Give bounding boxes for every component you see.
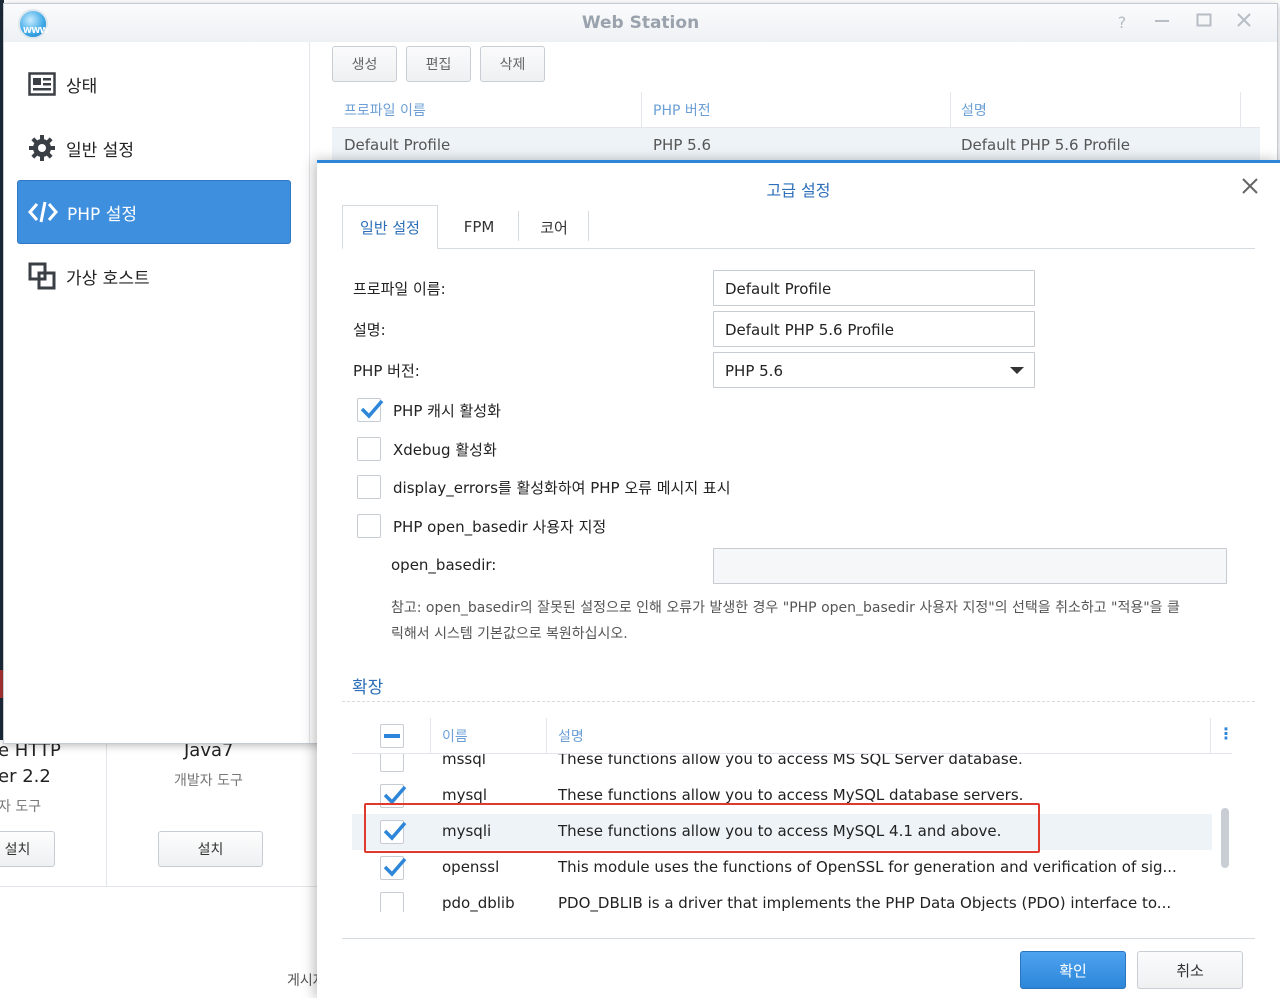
profile-grid: 프로파일 이름 PHP 버전 설명 Default Profile PHP 5.… [332, 92, 1260, 164]
minimize-icon[interactable] [1151, 12, 1173, 34]
install-button[interactable]: 설치 [0, 831, 55, 867]
xdebug-checkbox[interactable] [357, 437, 381, 461]
close-icon[interactable] [1239, 175, 1261, 197]
tab-bar: 일반 설정 FPM 코어 [342, 205, 1255, 250]
column-options-icon[interactable]: ⋮ [1218, 724, 1232, 743]
table-row[interactable]: openssl This module uses the functions o… [352, 850, 1212, 886]
cell-profile-name: Default Profile [344, 136, 451, 154]
extension-name: openssl [442, 858, 500, 876]
sidebar-item-virtual-host[interactable]: 가상 호스트 [17, 244, 291, 308]
php-version-value: PHP 5.6 [725, 362, 783, 380]
column-header-description[interactable]: 설명 [558, 726, 584, 746]
ok-button[interactable]: 확인 [1020, 951, 1126, 989]
sidebar-item-label: 일반 설정 [66, 140, 134, 161]
profile-name-label: 프로파일 이름: [353, 280, 446, 298]
description-label: 설명: [353, 321, 386, 339]
highlight-annotation [364, 803, 1040, 853]
display-errors-label[interactable]: display_errors를 활성화하여 PHP 오류 메시지 표시 [393, 477, 731, 498]
php-cache-label[interactable]: PHP 캐시 활성화 [393, 400, 501, 421]
code-icon [28, 197, 58, 227]
extension-name: pdo_dblib [442, 894, 515, 912]
extension-grid-header: 이름 설명 ⋮ [352, 718, 1232, 754]
tab-core[interactable]: 코어 [519, 205, 589, 249]
note-text-line1: 참고: open_basedir의 잘못된 설정으로 인해 오류가 발생한 경우… [391, 600, 1180, 616]
extension-description: PDO_DBLIB is a driver that implements th… [558, 894, 1172, 912]
extension-checkbox[interactable] [380, 892, 404, 912]
window-title: Web Station [581, 13, 700, 33]
cancel-button[interactable]: 취소 [1137, 951, 1243, 989]
column-header-php-version[interactable]: PHP 버전 [653, 100, 711, 120]
open-basedir-custom-label[interactable]: PHP open_basedir 사용자 지정 [393, 516, 606, 537]
install-button[interactable]: 설치 [158, 831, 263, 867]
tab-general-settings[interactable]: 일반 설정 [342, 205, 438, 250]
extension-description: These functions allow you to access MySQ… [558, 786, 1024, 804]
display-errors-checkbox[interactable] [357, 475, 381, 499]
sidebar-item-label: 상태 [66, 76, 98, 97]
profile-name-input[interactable]: Default Profile [713, 270, 1035, 306]
help-icon[interactable]: ? [1111, 12, 1133, 34]
gear-icon [27, 133, 57, 163]
virtual-host-icon [27, 261, 57, 291]
table-row[interactable]: Default Profile PHP 5.6 Default PHP 5.6 … [332, 128, 1260, 164]
create-button[interactable]: 생성 [332, 46, 397, 82]
chevron-down-icon [1010, 367, 1024, 374]
package-center-background: e HTTP er 2.2 자 도구 설치 Java7 개발자 도구 설치 게시… [0, 740, 326, 998]
advanced-settings-dialog: 고급 설정 일반 설정 FPM 코어 프로파일 이름: Default Prof… [317, 160, 1280, 998]
php-version-label: PHP 버전: [353, 362, 420, 380]
sidebar: 상태 일반 설정 PHP 설정 가상 호스트 [4, 42, 310, 743]
extension-description: This module uses the functions of OpenSS… [558, 858, 1177, 876]
sidebar-item-label: PHP 설정 [67, 204, 137, 225]
cell-description: Default PHP 5.6 Profile [961, 136, 1130, 154]
vertical-scrollbar[interactable] [1221, 808, 1229, 868]
php-version-select[interactable]: PHP 5.6 [713, 352, 1035, 388]
sidebar-item-php-settings[interactable]: PHP 설정 [17, 180, 291, 244]
extension-name: mysql [442, 786, 487, 804]
title-bar: WWW Web Station ? [4, 4, 1277, 42]
tab-fpm[interactable]: FPM [438, 205, 520, 249]
description-input[interactable]: Default PHP 5.6 Profile [713, 311, 1035, 347]
open-basedir-input[interactable] [713, 548, 1227, 584]
note-text-line2: 릭해서 시스템 기본값으로 복원하십시오. [391, 626, 628, 642]
table-row[interactable]: pdo_dblib PDO_DBLIB is a driver that imp… [352, 886, 1212, 912]
maximize-icon[interactable] [1193, 12, 1215, 34]
open-basedir-checkbox[interactable] [357, 514, 381, 538]
cell-php-version: PHP 5.6 [653, 136, 711, 154]
sidebar-item-general-settings[interactable]: 일반 설정 [17, 116, 291, 180]
grid-header: 프로파일 이름 PHP 버전 설명 [332, 92, 1260, 128]
package-category: 개발자 도구 [174, 773, 243, 789]
status-icon [27, 69, 57, 99]
edit-button[interactable]: 편집 [406, 46, 471, 82]
checkmark-icon [360, 399, 384, 419]
sidebar-item-status[interactable]: 상태 [17, 52, 291, 116]
dialog-title: 고급 설정 [766, 181, 831, 200]
column-header-profile-name[interactable]: 프로파일 이름 [344, 100, 426, 120]
package-card-apache: e HTTP er 2.2 자 도구 설치 [0, 740, 107, 886]
sidebar-item-label: 가상 호스트 [66, 268, 150, 289]
column-header-description[interactable]: 설명 [961, 100, 987, 120]
php-cache-checkbox[interactable] [357, 398, 384, 422]
xdebug-label[interactable]: Xdebug 활성화 [393, 439, 497, 460]
checkmark-icon [383, 857, 407, 877]
open-basedir-label: open_basedir: [391, 556, 497, 574]
package-category: 자 도구 [0, 799, 42, 815]
extension-checkbox[interactable] [380, 856, 407, 880]
select-all-checkbox[interactable] [380, 724, 404, 748]
delete-button[interactable]: 삭제 [480, 46, 545, 82]
package-card-java7: Java7 개발자 도구 설치 [107, 740, 320, 886]
column-header-name[interactable]: 이름 [442, 726, 468, 746]
extension-section-title: 확장 [352, 678, 384, 698]
package-name-line2: er 2.2 [0, 766, 51, 787]
close-icon[interactable] [1233, 12, 1255, 34]
